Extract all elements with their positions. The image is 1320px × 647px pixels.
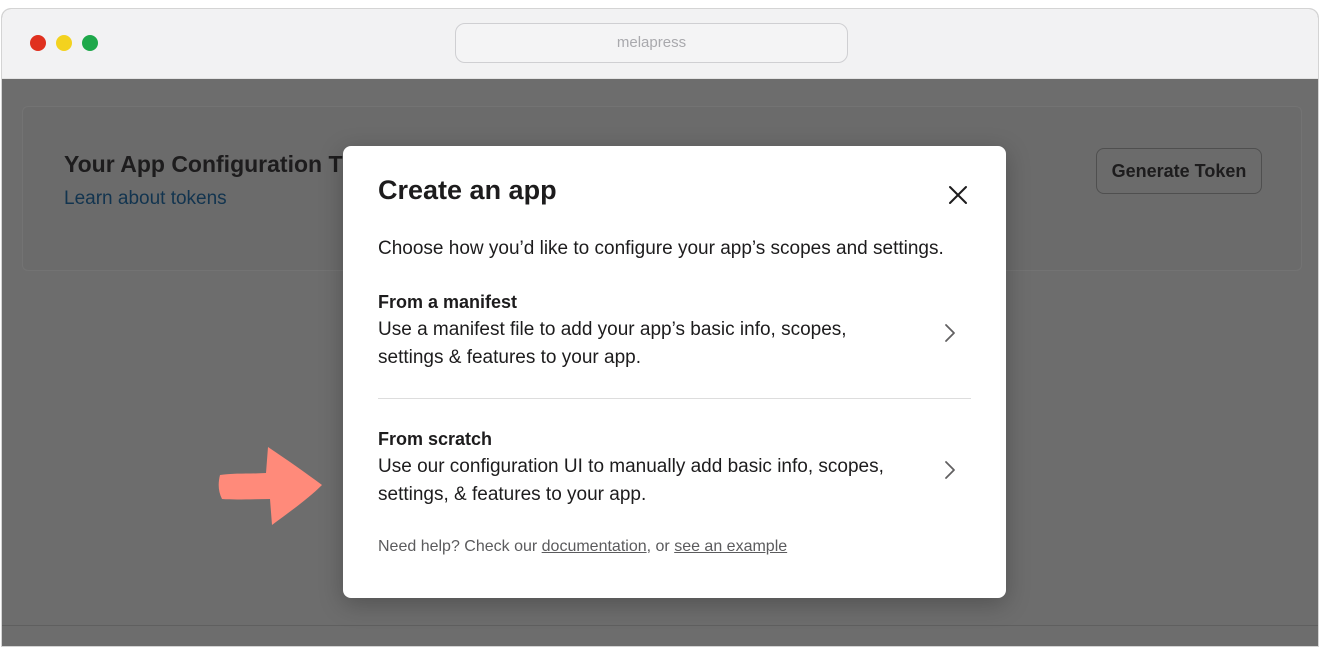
arrow-right-icon	[218, 447, 322, 525]
card-title: Your App Configuration T	[64, 151, 343, 177]
option-title: From scratch	[378, 429, 493, 449]
help-text: Need help? Check our documentation, or s…	[378, 538, 787, 556]
modal-title: Create an app	[378, 175, 557, 205]
help-middle: , or	[646, 538, 675, 555]
documentation-link[interactable]: documentation	[542, 538, 647, 555]
close-icon[interactable]	[945, 182, 971, 208]
maximize-window-button[interactable]	[82, 35, 98, 51]
option-description: Use a manifest file to add your app’s ba…	[378, 319, 847, 368]
learn-tokens-link[interactable]: Learn about tokens	[64, 188, 227, 210]
minimize-window-button[interactable]	[56, 35, 72, 51]
generate-token-button[interactable]: Generate Token	[1096, 148, 1262, 194]
help-prefix: Need help? Check our	[378, 538, 542, 555]
see-example-link[interactable]: see an example	[674, 538, 787, 555]
title-bar: melapress	[2, 9, 1318, 79]
create-app-modal: Create an app Choose how you’d like to c…	[343, 146, 1006, 598]
option-description: Use our configuration UI to manually add…	[378, 456, 884, 505]
option-title: From a manifest	[378, 292, 518, 312]
address-bar[interactable]: melapress	[455, 23, 848, 63]
from-scratch-option[interactable]: From scratch Use our configuration UI to…	[378, 428, 971, 518]
chevron-right-icon	[945, 461, 955, 479]
modal-description: Choose how you’d like to configure your …	[378, 238, 944, 259]
close-window-button[interactable]	[30, 35, 46, 51]
divider	[2, 625, 1318, 626]
chevron-right-icon	[945, 324, 955, 342]
from-manifest-option[interactable]: From a manifest Use a manifest file to a…	[378, 291, 971, 399]
